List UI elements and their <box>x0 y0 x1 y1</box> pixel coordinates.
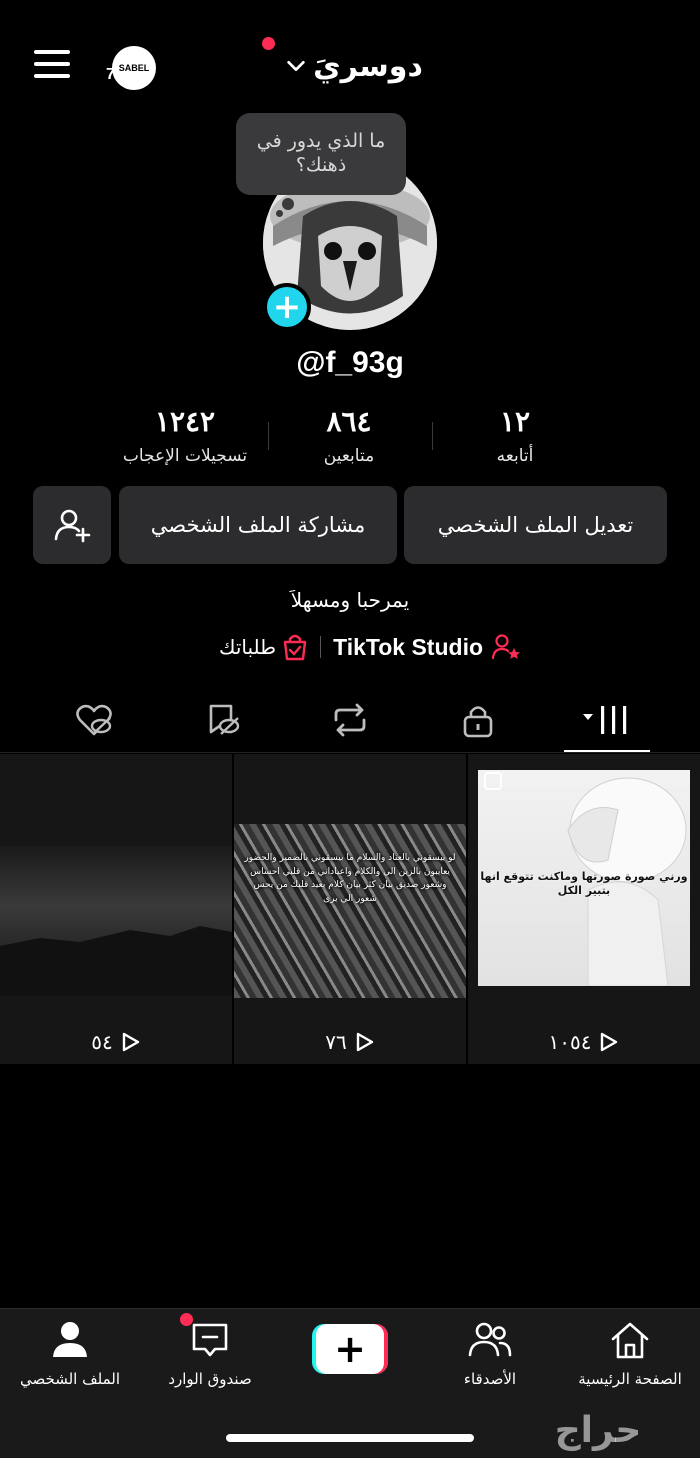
chevron-down-icon <box>287 60 305 72</box>
edit-profile-label: تعديل الملف الشخصي <box>437 513 634 537</box>
nav-inbox[interactable]: صندوق الوارد <box>140 1318 280 1388</box>
tabs-divider <box>0 752 700 753</box>
profile-icon <box>53 1322 87 1357</box>
grid-icon <box>583 706 627 734</box>
bubble-tail <box>282 198 294 210</box>
play-icon <box>601 1032 618 1052</box>
creator-star-icon <box>491 634 521 660</box>
thumbnail-image <box>0 846 232 996</box>
view-count: ١٠٥٤ <box>468 1030 700 1054</box>
view-count: ٥٤ <box>0 1030 232 1054</box>
shopping-bag-icon <box>283 634 307 661</box>
play-icon <box>122 1032 139 1052</box>
friends-icon <box>468 1322 512 1357</box>
brand-badge[interactable]: SABEL 7 <box>100 44 158 90</box>
pinned-icon <box>484 772 502 790</box>
video-thumbnail[interactable]: ٥٤ <box>0 754 232 1064</box>
home-indicator[interactable] <box>226 1434 474 1442</box>
likes-label: تسجيلات الإعجاب <box>122 446 248 466</box>
view-count-value: ١٠٥٤ <box>548 1030 592 1054</box>
nav-profile[interactable]: الملف الشخصي <box>0 1318 140 1388</box>
plus-icon: + <box>316 1324 384 1374</box>
profile-bio: يمرحبا ومسهلاَ <box>290 588 410 612</box>
tab-private[interactable] <box>448 698 508 742</box>
video-caption: لو بيسقوني بالعناد والسلام ما بيسقوني با… <box>244 853 456 904</box>
menu-line <box>34 50 70 54</box>
inbox-icon <box>192 1323 228 1357</box>
inbox-notification-dot <box>180 1313 193 1326</box>
lock-icon <box>463 706 493 738</box>
status-bubble[interactable]: ما الذي يدور في ذهنك؟ <box>236 113 406 195</box>
add-friends-button[interactable] <box>33 486 111 564</box>
nav-friends-label: الأصدقاء <box>463 1370 517 1388</box>
menu-line <box>34 74 70 78</box>
nav-home-label: الصفحة الرئيسية <box>578 1370 682 1388</box>
thumbnail-image: لو بيسقوني بالعناد والسلام ما بيسقوني با… <box>234 824 466 998</box>
orders-link[interactable]: طلباتك <box>219 633 308 661</box>
video-caption: ورني صورة صورتها وماكنت تتوقع انها بتبير… <box>480 870 688 898</box>
tab-videos[interactable] <box>577 698 637 742</box>
video-thumbnail[interactable]: ورني صورة صورتها وماكنت تتوقع انها بتبير… <box>468 754 700 1064</box>
followers-stat[interactable]: ٨٦٤ متابعين <box>264 404 434 466</box>
nav-friends[interactable]: الأصدقاء <box>420 1318 560 1388</box>
menu-button[interactable] <box>34 50 74 84</box>
tab-reposts[interactable] <box>320 698 380 742</box>
view-count-value: ٧٦ <box>325 1030 347 1054</box>
nav-home[interactable]: الصفحة الرئيسية <box>560 1318 700 1388</box>
page-title: دوسريَ <box>313 48 423 84</box>
bubble-tail <box>276 210 283 217</box>
badge-number: 7 <box>106 66 115 83</box>
play-icon <box>356 1032 373 1052</box>
followers-count: ٨٦٤ <box>326 405 372 438</box>
likes-stat[interactable]: ١٢٤٢ تسجيلات الإعجاب <box>100 404 270 466</box>
nav-profile-label: الملف الشخصي <box>20 1370 120 1388</box>
following-count: ١٢ <box>499 405 531 438</box>
orders-label: طلباتك <box>218 635 277 659</box>
nav-inbox-label: صندوق الوارد <box>168 1370 252 1388</box>
tab-liked[interactable] <box>64 698 124 742</box>
bookmark-hidden-icon <box>209 704 240 735</box>
username-handle: @f_93g <box>296 346 404 379</box>
profile-links: طلباتك TikTok Studio <box>200 630 540 664</box>
thumbnail-image: ورني صورة صورتها وماكنت تتوقع انها بتبير… <box>478 770 690 986</box>
heart-hidden-icon <box>76 704 112 736</box>
add-story-button[interactable]: + <box>263 283 311 331</box>
edit-profile-button[interactable]: تعديل الملف الشخصي <box>404 486 667 564</box>
view-count: ٧٦ <box>234 1030 466 1054</box>
create-button[interactable]: + <box>312 1324 388 1374</box>
following-label: أتابعه <box>496 446 534 466</box>
tiktok-studio-label: TikTok Studio <box>333 633 484 660</box>
tiktok-studio-link[interactable]: TikTok Studio <box>333 633 521 661</box>
menu-line <box>34 62 70 66</box>
add-user-icon <box>54 509 91 543</box>
tab-favorites[interactable] <box>192 698 252 742</box>
likes-count: ١٢٤٢ <box>154 405 216 438</box>
brand-logo: SABEL <box>112 46 156 90</box>
following-stat[interactable]: ١٢ أتابعه <box>430 404 600 466</box>
landscape-image <box>0 926 232 996</box>
share-profile-label: مشاركة الملف الشخصي <box>150 513 366 537</box>
watermark: حراج <box>554 1410 642 1451</box>
account-switcher[interactable]: دوسريَ <box>274 40 434 92</box>
link-separator <box>320 636 322 658</box>
repost-icon <box>334 703 366 737</box>
followers-label: متابعين <box>323 446 375 466</box>
home-icon <box>611 1322 649 1359</box>
share-profile-button[interactable]: مشاركة الملف الشخصي <box>119 486 397 564</box>
view-count-value: ٥٤ <box>91 1030 113 1054</box>
video-thumbnail[interactable]: لو بيسقوني بالعناد والسلام ما بيسقوني با… <box>234 754 466 1064</box>
